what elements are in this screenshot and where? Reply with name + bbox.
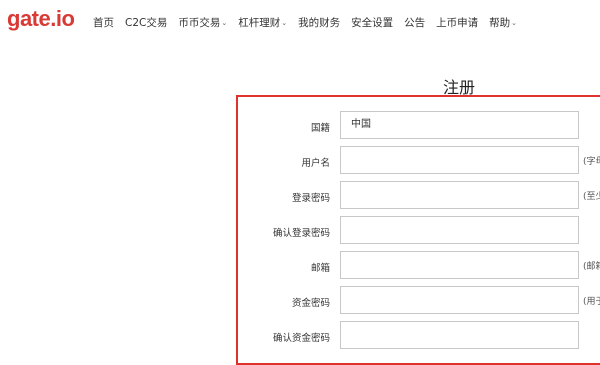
top-navigation-bar: gate.io 首页 C2C交易 币币交易 ⌄ 杠杆理财 ⌄ 我的财务 安全设置 公… [0, 0, 600, 44]
nav-coin-trade[interactable]: 币币交易 ⌄ [178, 15, 227, 30]
chevron-down-icon: ⌄ [221, 18, 228, 27]
chevron-down-icon: ⌄ [511, 18, 517, 27]
form-row-email: 邮箱 (邮箱 [0, 251, 600, 281]
form-row-confirm-fund-password: 确认资金密码 [0, 321, 600, 351]
username-hint: (字母 [583, 157, 600, 167]
nav-announcements[interactable]: 公告 [404, 15, 425, 30]
fund-password-label: 资金密码 [291, 298, 330, 309]
nav-my-finance[interactable]: 我的财务 [298, 15, 340, 30]
form-row-username: 用户名 (字母 [0, 146, 600, 176]
confirm-fund-password-label: 确认资金密码 [272, 333, 330, 344]
fund-password-hint: (用于 [583, 297, 600, 307]
form-row-confirm-login-password: 确认登录密码 [0, 216, 600, 246]
username-label: 用户名 [301, 158, 330, 169]
fund-password-input[interactable] [340, 286, 579, 314]
nav-listing-application[interactable]: 上币申请 [436, 15, 478, 30]
nationality-select[interactable]: 中国 [340, 111, 579, 139]
nationality-label: 国籍 [310, 123, 330, 134]
nav-c2c-trade[interactable]: C2C交易 [125, 15, 167, 30]
chevron-down-icon: ⌄ [281, 18, 288, 27]
nav-help[interactable]: 帮助 ⌄ [489, 15, 517, 30]
confirm-login-password-input[interactable] [340, 216, 579, 244]
nav-security-settings[interactable]: 安全设置 [351, 15, 393, 30]
form-row-login-password: 登录密码 (至少 [0, 181, 600, 211]
email-label: 邮箱 [310, 263, 330, 274]
login-password-hint: (至少 [583, 192, 600, 202]
form-row-nationality: 国籍 中国 [0, 111, 600, 141]
login-password-input[interactable] [340, 181, 579, 209]
confirm-fund-password-input[interactable] [340, 321, 579, 349]
gateio-logo[interactable]: gate.io [7, 6, 75, 32]
confirm-login-password-label: 确认登录密码 [272, 228, 330, 239]
username-input[interactable] [340, 146, 579, 174]
email-hint: (邮箱 [583, 262, 600, 272]
nav-home[interactable]: 首页 [93, 15, 114, 30]
nav-margin-finance[interactable]: 杠杆理财 ⌄ [238, 15, 287, 30]
email-input[interactable] [340, 251, 579, 279]
main-nav: 首页 C2C交易 币币交易 ⌄ 杠杆理财 ⌄ 我的财务 安全设置 公告 上币申请 帮… [93, 15, 528, 30]
login-password-label: 登录密码 [291, 193, 330, 204]
form-row-fund-password: 资金密码 (用于 [0, 286, 600, 316]
